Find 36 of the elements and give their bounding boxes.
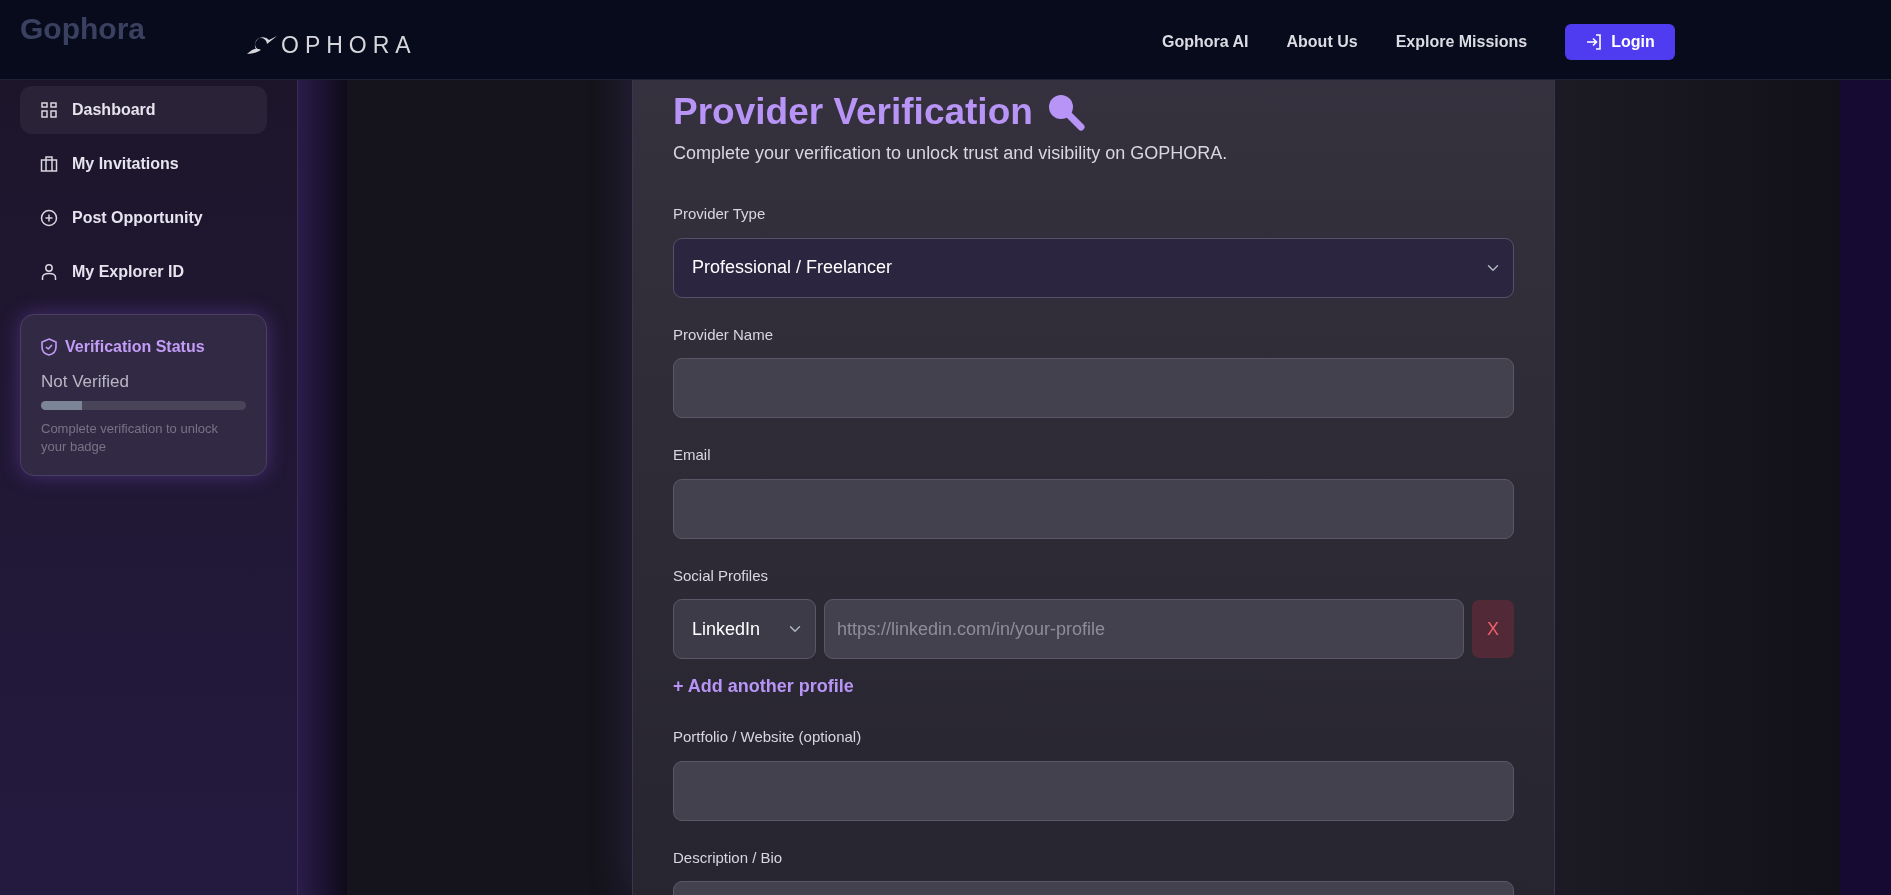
magnifier-icon [1046,93,1085,132]
hint-text: Complete verification to unlock your badge [41,419,220,457]
login-button[interactable]: Login [1565,24,1675,60]
subtitle: Complete your verification to unlock trust and visibility on GOPHORA. [673,142,1229,166]
field-label: Description / Bio [673,847,784,868]
field-label: Provider Name [673,324,775,345]
remove-button[interactable]: X [1472,600,1514,659]
field-label: Portfolio / Website (optional) [673,727,863,748]
input-field[interactable] [673,478,1514,539]
field-label: Provider Type [673,204,767,225]
card-title: Verification Status [65,337,205,357]
sidebar-item[interactable]: My Explorer ID [20,248,267,296]
sidebar-item[interactable]: My Invitations [20,140,267,188]
add-profile-link[interactable]: + Add another profile [673,673,854,701]
nav-link[interactable]: About Us [1286,30,1358,54]
plus-circle-icon [40,209,58,227]
input-field[interactable] [673,760,1514,821]
url-field[interactable]: https://linkedin.com/in/your-profile [824,599,1464,660]
nav-link[interactable]: Explore Missions [1395,30,1528,54]
shield-icon [41,338,57,356]
status-text: Not Verified [41,371,130,393]
brand-text: Gophora [20,11,145,47]
login-icon [1585,33,1604,51]
nav-link[interactable]: Gophora AI [1162,30,1249,54]
user-icon [40,263,58,281]
field-label: Email [673,445,712,466]
platform-select[interactable]: LinkedIn [673,599,816,660]
briefcase-icon [40,155,58,173]
page-title: Provider Verification [673,90,1033,134]
sidebar-item[interactable]: Post Opportunity [20,194,267,242]
grid-icon [40,101,58,119]
sidebar-item[interactable]: Dashboard [20,86,267,134]
select-field[interactable]: Professional / Freelancer [673,237,1514,298]
input-field[interactable] [673,358,1514,419]
logo-text: OPHORA [281,33,417,57]
field-label: Social Profiles [673,565,770,586]
